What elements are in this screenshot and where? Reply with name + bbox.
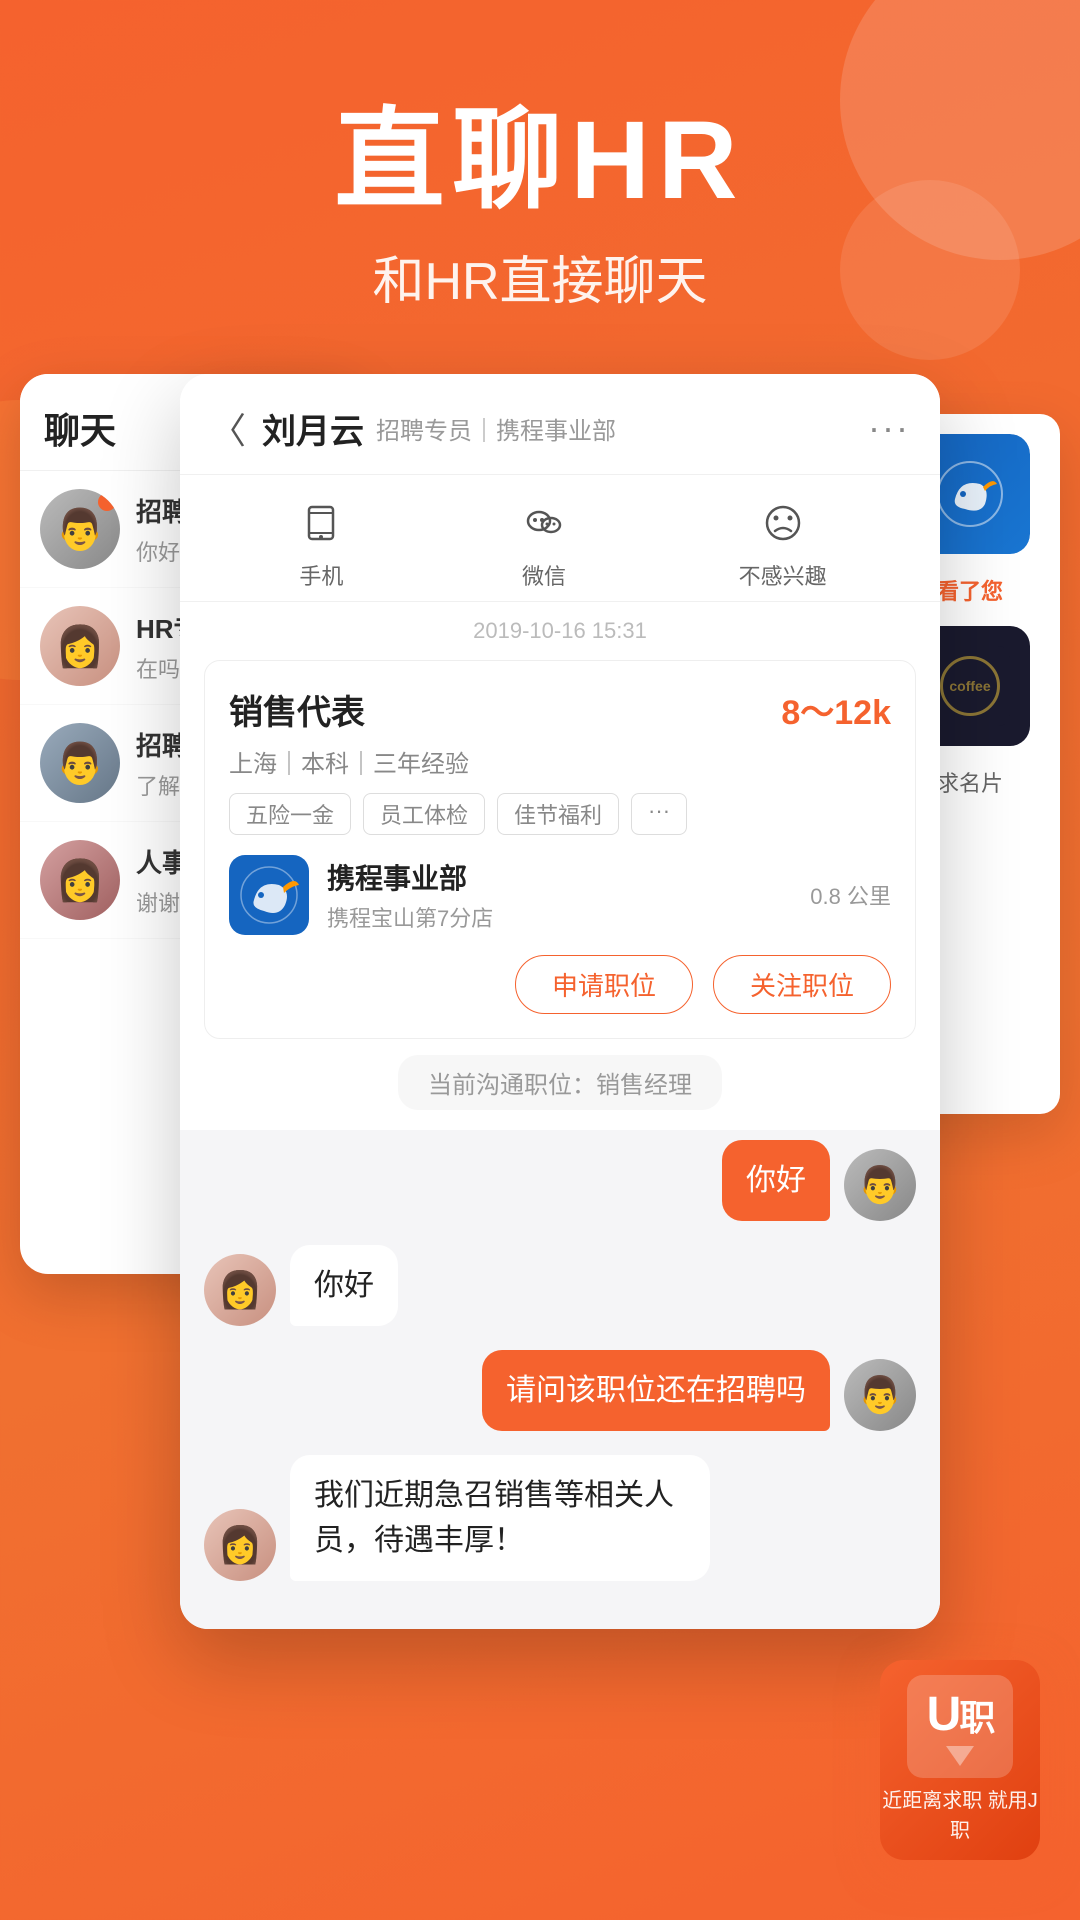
company-row: 携程事业部 携程宝山第7分店 0.8 公里 — [229, 855, 891, 935]
main-chat-card: 〈 刘月云 招聘专员｜携程事业部 ··· 手机 — [180, 374, 940, 1629]
action-phone[interactable]: 手机 — [293, 495, 349, 591]
apply-job-button[interactable]: 申请职位 — [515, 955, 693, 1014]
not-interested-label: 不感兴趣 — [739, 559, 827, 591]
job-salary: 8～12k — [781, 685, 891, 734]
job-tags: 五险一金 员工体检 佳节福利 ··· — [229, 793, 891, 835]
unread-dot-1 — [98, 493, 116, 511]
company-name: 携程事业部 — [327, 857, 792, 897]
action-not-interested[interactable]: 不感兴趣 — [739, 495, 827, 591]
company-logo — [229, 855, 309, 935]
coffee-text: coffee — [949, 678, 990, 694]
receiver-avatar-1: 👩 — [204, 1254, 276, 1326]
header-section: 直聊HR 和HR直接聊天 — [0, 0, 1080, 374]
wechat-label: 微信 — [522, 559, 566, 591]
sender-avatar-2: 👨 — [844, 1359, 916, 1431]
current-job-status: 当前沟通职位：销售经理 — [398, 1055, 722, 1110]
avatar-3: 👨 — [40, 723, 120, 803]
right-card-viewed: 看了您 — [937, 574, 1003, 606]
cards-container: 聊天 👨 招聘HR 你好 👩 HR专员 — [0, 374, 1080, 1629]
not-interested-icon — [755, 495, 811, 551]
avatar-2: 👩 — [40, 606, 120, 686]
job-buttons: 申请职位 关注职位 — [229, 955, 891, 1014]
chat-header: 〈 刘月云 招聘专员｜携程事业部 ··· — [180, 374, 940, 475]
job-title: 销售代表 — [229, 685, 365, 734]
avatar-1: 👨 — [40, 489, 120, 569]
action-wechat[interactable]: 微信 — [516, 495, 572, 591]
right-card-business-card: 求名片 — [937, 766, 1003, 798]
wechat-icon — [516, 495, 572, 551]
chat-list-title: 聊天 — [44, 402, 116, 454]
main-title: 直聊HR — [0, 100, 1080, 221]
company-distance: 0.8 公里 — [810, 879, 891, 911]
receiver-avatar-2: 👩 — [204, 1509, 276, 1581]
message-row-4: 👩 我们近期急召销售等相关人员，待遇丰厚！ — [204, 1455, 916, 1581]
job-tag-more: ··· — [631, 793, 687, 835]
job-tag-3: 佳节福利 — [497, 793, 619, 835]
message-bubble-4: 我们近期急召销售等相关人员，待遇丰厚！ — [290, 1455, 710, 1581]
chat-user-name: 刘月云 — [262, 404, 364, 453]
ujob-badge[interactable]: U职 近距离求职 就用J职 — [880, 1660, 1040, 1860]
message-row-1: 👨 你好 — [204, 1140, 916, 1221]
sub-title: 和HR直接聊天 — [0, 239, 1080, 314]
message-timestamp: 2019-10-16 15:31 — [180, 602, 940, 660]
chat-user-role: 招聘专员｜携程事业部 — [376, 411, 616, 446]
job-tag-2: 员工体检 — [363, 793, 485, 835]
action-buttons-row: 手机 微信 — [180, 475, 940, 602]
phone-label: 手机 — [299, 559, 343, 591]
message-bubble-3: 请问该职位还在招聘吗 — [482, 1350, 830, 1431]
back-button[interactable]: 〈 — [210, 402, 246, 454]
follow-job-button[interactable]: 关注职位 — [713, 955, 891, 1014]
more-options-button[interactable]: ··· — [868, 407, 910, 449]
job-card: 销售代表 8～12k 上海｜本科｜三年经验 五险一金 员工体检 佳节福利 ··· — [204, 660, 916, 1039]
message-bubble-2: 你好 — [290, 1245, 398, 1326]
company-branch: 携程宝山第7分店 — [327, 901, 792, 933]
sender-avatar-1: 👨 — [844, 1149, 916, 1221]
ujob-pin-icon — [946, 1746, 974, 1766]
job-tag-1: 五险一金 — [229, 793, 351, 835]
ujob-tagline: 近距离求职 就用J职 — [880, 1786, 1040, 1846]
ujob-logo-text: U职 — [927, 1687, 994, 1742]
message-row-2: 👩 你好 — [204, 1245, 916, 1326]
job-meta: 上海｜本科｜三年经验 — [229, 744, 891, 779]
chat-messages-area: 👨 你好 👩 你好 👨 请问该职位还在招聘吗 👩 我们近期急召销售等相关人员，待… — [180, 1130, 940, 1629]
avatar-4: 👩 — [40, 840, 120, 920]
job-title-row: 销售代表 8～12k — [229, 685, 891, 734]
message-bubble-1: 你好 — [722, 1140, 830, 1221]
message-row-3: 👨 请问该职位还在招聘吗 — [204, 1350, 916, 1431]
phone-icon — [293, 495, 349, 551]
